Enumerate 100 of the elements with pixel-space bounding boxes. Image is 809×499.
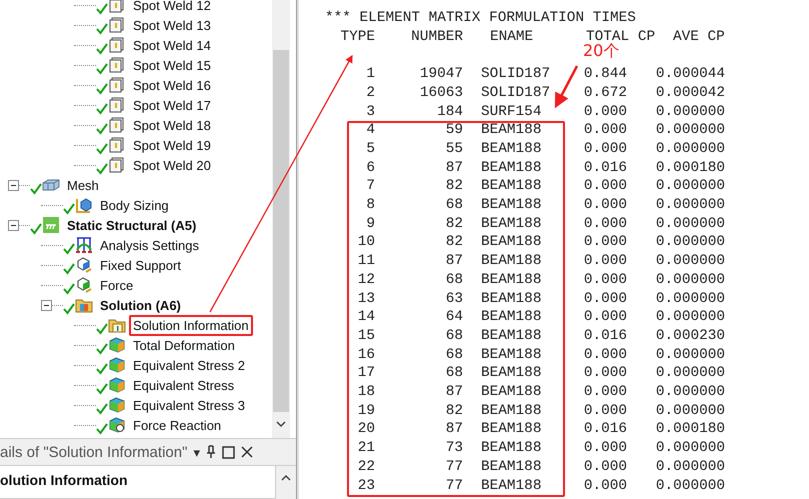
maximize-icon[interactable] — [222, 446, 236, 458]
tree-item[interactable]: Spot Weld 16 — [129, 74, 215, 96]
table-cell-text: 0.000 — [582, 177, 627, 196]
table-cell-text: 0.000230 — [654, 326, 725, 346]
tree-item[interactable]: Solution (A6) — [96, 294, 185, 316]
table-cell-text: 2 — [365, 84, 375, 102]
table-cell-text: BEAM188 — [480, 121, 542, 140]
tree-item[interactable]: Body Sizing — [96, 194, 173, 216]
table-cell-text: 0.672 — [582, 84, 627, 102]
scroll-thumb[interactable] — [273, 50, 289, 412]
tree-item[interactable]: Spot Weld 18 — [129, 114, 215, 136]
table-cell-text: BEAM188 — [480, 140, 542, 159]
table-cell-text: 82 — [444, 177, 463, 196]
table-cell-text: 82 — [444, 214, 463, 234]
table-cell-text: 19047 — [418, 65, 463, 84]
tree-item[interactable]: Analysis Settings — [96, 234, 203, 256]
table-cell-text: 9 — [365, 214, 375, 234]
collapse-toggle[interactable] — [8, 180, 19, 190]
pin-icon[interactable] — [206, 445, 216, 459]
table-cell-text: 22 — [356, 458, 375, 477]
scrollbar[interactable] — [272, 0, 290, 438]
table-cell-text: BEAM188 — [480, 252, 542, 271]
table-cell-text: 87 — [444, 420, 463, 440]
table-cell-text: 0.000 — [582, 402, 627, 420]
scrollbar[interactable] — [276, 466, 296, 499]
table-cell-text: 0.000 — [582, 140, 627, 159]
tree-item[interactable]: Static Structural (A5) — [63, 214, 200, 236]
table-cell-text: 16063 — [418, 84, 463, 102]
scroll-up-icon[interactable] — [281, 474, 291, 482]
table-cell-text: 0.000000 — [654, 439, 725, 458]
table-cell-text: 0.016 — [582, 420, 627, 440]
table-cell-text: 3 — [365, 102, 375, 122]
table-cell-text: SOLID187 — [480, 84, 552, 102]
table-cell-text: 87 — [444, 383, 463, 402]
spot-weld-icon — [108, 36, 126, 54]
tree-item[interactable]: Equivalent Stress 2 — [129, 354, 250, 376]
table-cell-text: 0.000 — [582, 214, 627, 234]
table-cell-text: 0.000000 — [654, 383, 725, 402]
table-cell-text: 23 — [356, 476, 375, 496]
table-cell-text: 0.000000 — [654, 140, 725, 159]
table-cell-text: BEAM188 — [480, 214, 542, 234]
tree-item[interactable]: Spot Weld 12 — [129, 0, 215, 16]
collapse-toggle[interactable] — [41, 300, 52, 310]
table-cell-text: 0.000 — [582, 458, 627, 477]
collapse-toggle[interactable] — [8, 220, 19, 230]
tree-item[interactable]: Equivalent Stress 3 — [129, 394, 250, 416]
spot-weld-icon — [108, 56, 126, 74]
table-cell-text: 68 — [444, 346, 463, 364]
tree-item[interactable]: Equivalent Stress — [129, 374, 238, 396]
table-cell-text: BEAM188 — [480, 233, 542, 252]
annotation-label: 20个 — [583, 42, 620, 62]
tree-item[interactable]: Mesh — [63, 174, 103, 196]
tree-item[interactable]: Spot Weld 20 — [129, 154, 215, 176]
table-cell-text: 73 — [444, 439, 463, 458]
column-header: AVE CP — [673, 28, 725, 46]
table-cell-text: BEAM188 — [480, 420, 542, 440]
table-cell-text: 68 — [444, 196, 463, 215]
table-cell-text: 19 — [356, 402, 375, 420]
spot-weld-icon — [108, 16, 126, 34]
tree-item[interactable]: Spot Weld 13 — [129, 14, 215, 36]
table-cell-text: 0.000 — [582, 196, 627, 215]
tree-item[interactable]: Total Deformation — [129, 334, 239, 356]
table-cell-text: 0.000 — [582, 476, 627, 496]
tree-item[interactable]: Fixed Support — [96, 254, 185, 276]
table-cell-text: 0.000 — [582, 233, 627, 252]
table-cell-text: 0.000 — [582, 439, 627, 458]
support-icon — [75, 256, 93, 274]
table-cell-text: 13 — [356, 290, 375, 308]
table-cell-text: 18 — [356, 383, 375, 402]
table-cell-text: 14 — [356, 308, 375, 327]
dropdown-button[interactable]: ▾ — [193, 444, 200, 460]
table-cell-text: BEAM188 — [480, 196, 542, 215]
table-cell-text: 16 — [356, 346, 375, 364]
table-cell-text: 0.000000 — [654, 346, 725, 364]
table-cell-text: 0.000000 — [654, 364, 725, 384]
tree-item[interactable]: Force — [96, 274, 138, 296]
column-header: TYPE — [339, 28, 375, 46]
table-cell-text: 68 — [444, 270, 463, 290]
close-icon[interactable] — [241, 446, 254, 458]
table-cell-text: 0.000000 — [654, 233, 725, 252]
tree-item[interactable]: Spot Weld 14 — [129, 34, 215, 56]
table-cell-text: 0.000042 — [654, 84, 725, 102]
column-header: ENAME — [489, 28, 534, 46]
tree-item[interactable]: Spot Weld 15 — [129, 54, 215, 76]
table-cell-text: 0.000 — [582, 102, 627, 122]
table-cell-text: 0.000000 — [654, 252, 725, 271]
table-cell-text: 0.000180 — [654, 158, 725, 178]
tree-item[interactable]: Spot Weld 19 — [129, 134, 215, 156]
result-cube-icon — [108, 356, 126, 374]
probe-icon — [108, 416, 126, 434]
tree-item[interactable]: Force Reaction — [129, 414, 226, 436]
table-cell-text: 0.016 — [582, 326, 627, 346]
table-cell-text: 4 — [365, 121, 375, 140]
table-cell-text: BEAM188 — [480, 177, 542, 196]
annotation-arrow — [554, 65, 578, 108]
column-header: NUMBER — [410, 28, 463, 46]
tree-item[interactable]: Solution Information — [129, 314, 253, 336]
table-cell-text: 0.000000 — [654, 121, 725, 140]
tree-item[interactable]: Spot Weld 17 — [129, 94, 215, 116]
scroll-down-icon[interactable] — [276, 420, 286, 428]
